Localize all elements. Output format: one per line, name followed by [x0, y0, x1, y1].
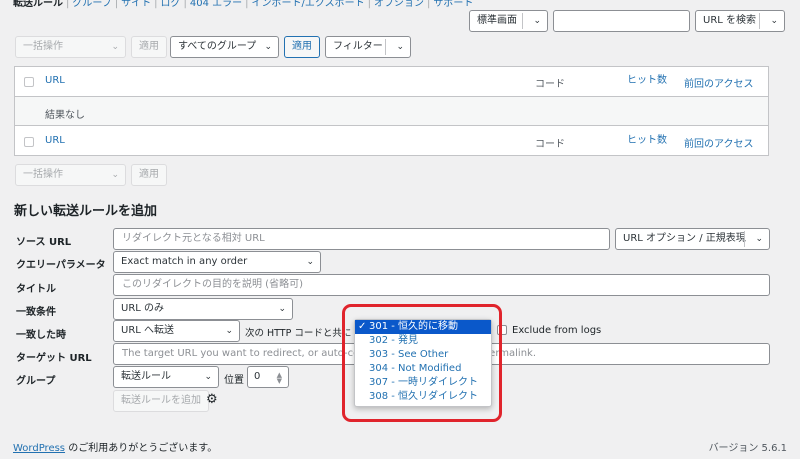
highlight-frame	[342, 304, 502, 422]
target-url-label: ターゲット URL	[16, 353, 92, 364]
when-matched-value: URL へ転送	[121, 325, 175, 336]
table-row: 結果なし	[15, 97, 768, 126]
source-url-label: ソース URL	[16, 237, 72, 248]
nav-import-export[interactable]: インポート/エクスポート	[252, 0, 365, 9]
no-results-text: 結果なし	[45, 110, 85, 121]
chevron-down-icon: ⌄	[770, 16, 778, 26]
title-label: タイトル	[16, 284, 56, 295]
match-select[interactable]: URL のみ ⌄	[113, 298, 293, 320]
apply-button-bottom[interactable]: 適用	[131, 164, 167, 186]
position-input[interactable]: 0 ▲ ▼	[247, 366, 289, 388]
match-value: URL のみ	[121, 303, 165, 314]
position-value: 0	[254, 371, 261, 382]
column-url-footer[interactable]: URL	[45, 135, 65, 146]
chevron-down-icon: ⌄	[225, 326, 233, 336]
column-code: コード	[535, 79, 565, 90]
redirects-table: URL コード ヒット数 前回のアクセス 結果なし URL コード ヒット数 前…	[14, 66, 769, 156]
column-code-footer: コード	[535, 139, 565, 150]
view-select-label: 標準画面	[477, 15, 517, 26]
column-last-access[interactable]: 前回のアクセス	[684, 75, 754, 90]
when-matched-select[interactable]: URL へ転送 ⌄	[113, 320, 240, 342]
source-url-placeholder: リダイレクト元となる相対 URL	[122, 233, 265, 244]
bulk-action-select[interactable]: 一括操作 ⌄	[15, 36, 126, 58]
position-label: 位置	[224, 375, 244, 386]
add-redirect-button[interactable]: 転送ルールを追加	[113, 390, 209, 412]
top-nav: 転送ルール | グループ | サイト | ログ | 404 エラー | インポート/エクスポート | オ…	[13, 0, 474, 9]
chevron-down-icon: ⌄	[204, 372, 212, 382]
footer-thanks-text: のご利用ありがとうございます。	[65, 443, 218, 454]
match-label: 一致条件	[16, 307, 56, 318]
group-filter-label: すべてのグループ	[178, 41, 257, 52]
chevron-down-icon: ⌄	[264, 42, 272, 52]
filter-label: フィルター	[333, 41, 383, 52]
search-input[interactable]	[553, 10, 690, 32]
source-url-input[interactable]: リダイレクト元となる相対 URL	[113, 228, 610, 250]
group-filter-select[interactable]: すべてのグループ ⌄	[170, 36, 279, 58]
group-select[interactable]: 転送ルール ⌄	[113, 366, 219, 388]
nav-groups[interactable]: グループ	[72, 0, 111, 9]
footer-thanks: WordPress のご利用ありがとうございます。	[13, 439, 217, 454]
nav-logs[interactable]: ログ	[161, 0, 181, 9]
nav-options[interactable]: オプション	[374, 0, 424, 9]
chevron-down-icon: ⌄	[755, 234, 763, 244]
apply-button[interactable]: 適用	[131, 36, 167, 58]
gear-icon[interactable]: ⚙	[206, 392, 218, 407]
url-options-select[interactable]: URL オプション / 正規表現 ⌄	[615, 228, 770, 250]
table-footer: URL コード ヒット数 前回のアクセス	[15, 126, 768, 156]
select-all-checkbox-footer[interactable]	[24, 137, 34, 147]
table-header: URL コード ヒット数 前回のアクセス	[15, 67, 768, 97]
nav-redirects[interactable]: 転送ルール	[13, 0, 63, 9]
apply-group-button[interactable]: 適用	[284, 36, 320, 58]
filter-select[interactable]: フィルター ⌄	[325, 36, 411, 58]
exclude-logs-label: Exclude from logs	[512, 325, 602, 336]
chevron-down-icon: ⌄	[111, 42, 119, 52]
bulk-action-label: 一括操作	[23, 41, 63, 52]
column-hits[interactable]: ヒット数	[627, 71, 667, 86]
url-options-label: URL オプション / 正規表現	[623, 233, 746, 244]
chevron-down-icon: ⌄	[111, 170, 119, 180]
column-url[interactable]: URL	[45, 75, 65, 86]
chevron-down-icon: ⌄	[278, 304, 286, 314]
footer-version: バージョン 5.6.1	[708, 443, 787, 454]
when-matched-label: 一致した時	[16, 330, 66, 341]
nav-404[interactable]: 404 エラー	[190, 0, 242, 9]
column-last-access-footer[interactable]: 前回のアクセス	[684, 135, 754, 150]
query-params-label: クエリーパラメータ	[16, 260, 106, 271]
form-title: 新しい転送ルールを追加	[14, 204, 158, 219]
query-params-value: Exact match in any order	[121, 256, 248, 267]
group-value: 転送ルール	[121, 371, 171, 382]
title-placeholder: このリダイレクトの目的を説明 (省略可)	[122, 279, 303, 290]
nav-support[interactable]: サポート	[433, 0, 473, 9]
bulk-action-label-bottom: 一括操作	[23, 169, 63, 180]
query-params-select[interactable]: Exact match in any order ⌄	[113, 251, 321, 273]
stepper-icon: ▲ ▼	[276, 371, 282, 385]
nav-sites[interactable]: サイト	[121, 0, 151, 9]
wordpress-link[interactable]: WordPress	[13, 443, 65, 454]
view-select[interactable]: 標準画面 ⌄	[469, 10, 548, 32]
select-all-checkbox[interactable]	[24, 77, 34, 87]
search-url-label: URL を検索	[703, 15, 757, 26]
chevron-down-icon: ⌄	[306, 257, 314, 267]
title-input[interactable]: このリダイレクトの目的を説明 (省略可)	[113, 274, 770, 296]
chevron-down-icon: ⌄	[396, 42, 404, 52]
http-code-text: 次の HTTP コードと共に	[245, 328, 352, 339]
bulk-action-select-bottom[interactable]: 一括操作 ⌄	[15, 164, 126, 186]
column-hits-footer[interactable]: ヒット数	[627, 131, 667, 146]
group-label: グループ	[16, 376, 56, 387]
search-url-select[interactable]: URL を検索 ⌄	[695, 10, 785, 32]
chevron-down-icon: ⌄	[533, 16, 541, 26]
